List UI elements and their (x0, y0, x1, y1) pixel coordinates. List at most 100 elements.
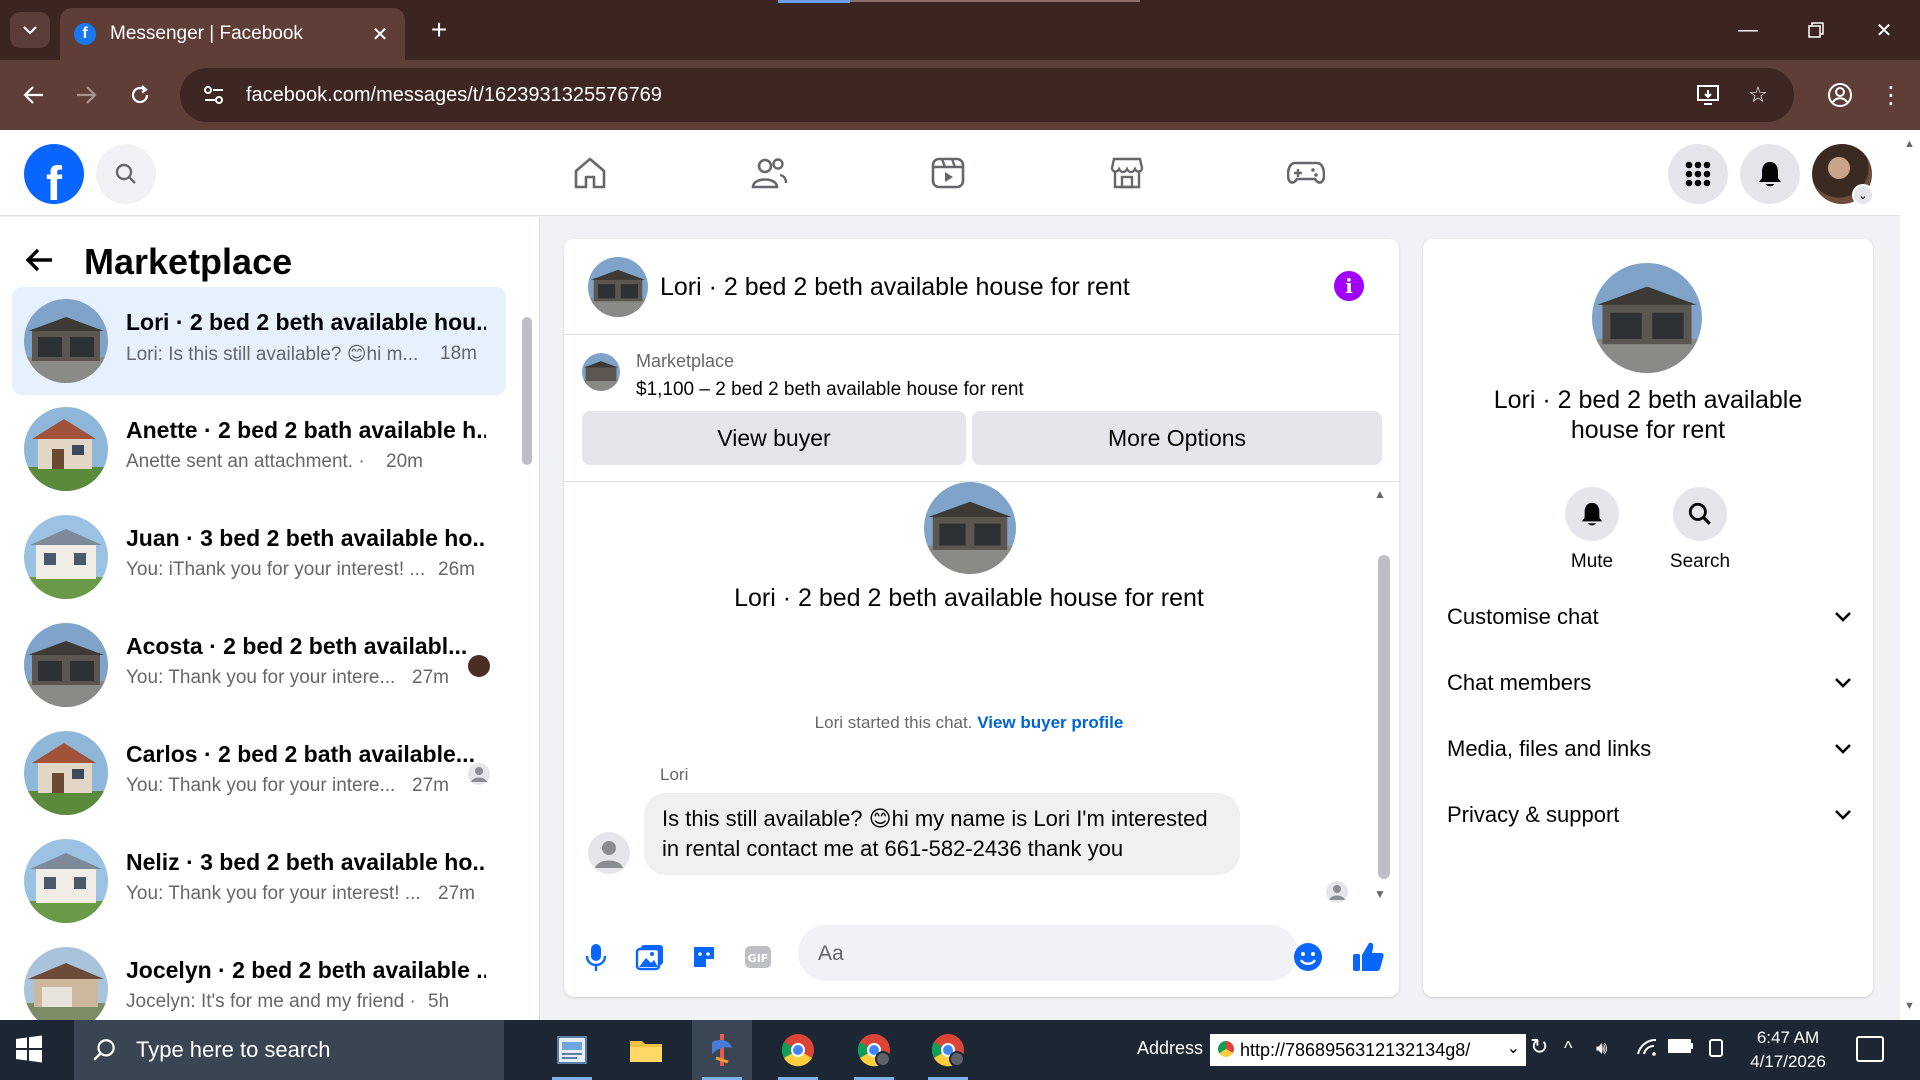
chevron-down-icon (1835, 744, 1851, 754)
facebook-logo-icon[interactable]: f (24, 144, 84, 204)
microphone-icon[interactable] (576, 937, 616, 977)
chat-item[interactable]: Neliz · 3 bed 2 beth available ho... You… (12, 827, 506, 935)
sender-avatar-icon[interactable] (588, 832, 630, 874)
info-icon[interactable]: i (1334, 271, 1364, 301)
site-settings-icon[interactable] (196, 77, 232, 113)
taskbar-app-notepad[interactable] (542, 1020, 602, 1080)
restore-window-button[interactable] (1792, 12, 1840, 48)
message-input[interactable] (798, 925, 1298, 981)
chat-started-text: Lori started this chat. (814, 713, 973, 732)
chat-item[interactable]: Acosta · 2 bed 2 beth availabl... You: T… (12, 611, 506, 719)
view-buyer-button[interactable]: View buyer (582, 411, 966, 465)
chat-item[interactable]: Lori · 2 bed 2 beth available hou... Lor… (12, 287, 506, 395)
search-icon[interactable] (1673, 487, 1727, 541)
volume-icon[interactable]: 🔊︎ (1596, 1038, 1607, 1059)
nav-video[interactable] (918, 148, 978, 198)
taskbar-search[interactable]: Type here to search (74, 1020, 504, 1080)
back-button[interactable] (14, 75, 54, 115)
address-bar[interactable]: facebook.com/messages/t/1623931325576769… (180, 68, 1794, 122)
taskbar-app-file-explorer[interactable] (616, 1020, 676, 1080)
scroll-down-arrow-icon[interactable]: ▼ (1374, 887, 1386, 901)
back-arrow-icon[interactable] (24, 243, 70, 282)
conversation-scroll-thumb[interactable] (1378, 555, 1390, 879)
chat-item[interactable]: Jocelyn · 2 bed 2 beth available ... Joc… (12, 935, 506, 1020)
chat-item[interactable]: Juan · 3 bed 2 beth available ho... You:… (12, 503, 506, 611)
more-options-button[interactable]: More Options (972, 411, 1382, 465)
tab-search-button[interactable] (10, 12, 50, 48)
search-label: Search (1669, 551, 1731, 572)
windows-start-button[interactable] (14, 1034, 54, 1066)
conversation-title[interactable]: Lori · 2 bed 2 beth available house for … (660, 273, 1130, 302)
customise-chat-section[interactable]: Customise chat (1447, 597, 1852, 637)
privacy-support-section[interactable]: Privacy & support (1447, 795, 1852, 835)
bookmark-star-icon[interactable]: ☆ (1740, 77, 1776, 113)
taskbar-app-chrome-profile-2[interactable] (918, 1020, 978, 1080)
scroll-up-arrow-icon[interactable]: ▲ (1374, 487, 1386, 501)
listing-thumbnail[interactable] (582, 353, 620, 391)
device-icon[interactable] (1706, 1038, 1726, 1063)
facebook-search-button[interactable] (96, 144, 156, 204)
chat-item[interactable]: Carlos · 2 bed 2 bath available... You: … (12, 719, 506, 827)
chat-list-title: Marketplace (84, 241, 293, 282)
chat-list-scroll-thumb[interactable] (522, 317, 532, 465)
message-bubble[interactable]: Is this still available? 😊hi my name is … (644, 793, 1240, 875)
conversation-intro-name: Lori · 2 bed 2 beth available house for … (734, 584, 1204, 612)
section-label: Customise chat (1447, 604, 1599, 629)
forward-button[interactable] (66, 75, 106, 115)
minimize-window-button[interactable]: — (1724, 12, 1772, 48)
taskbar-app-pinned[interactable] (692, 1020, 752, 1080)
taskbar-app-chrome-profile[interactable] (844, 1020, 904, 1080)
battery-icon[interactable] (1668, 1038, 1694, 1059)
menu-grid-button[interactable] (1668, 144, 1728, 204)
notification-center-icon[interactable] (1856, 1036, 1884, 1062)
scroll-up-arrow-icon[interactable]: ▲ (1904, 138, 1915, 150)
grid-menu-icon (1685, 161, 1711, 187)
new-tab-button[interactable]: + (424, 12, 454, 48)
mute-bell-icon[interactable] (1565, 487, 1619, 541)
chat-preview: You: Thank you for your intere... (126, 775, 396, 796)
mute-action[interactable]: Mute (1552, 487, 1632, 573)
sticker-icon[interactable] (684, 937, 724, 977)
nav-marketplace[interactable] (1097, 148, 1157, 198)
section-label: Privacy & support (1447, 802, 1620, 827)
chat-info-avatar (1592, 263, 1702, 373)
chrome-profile-icon[interactable] (1820, 75, 1860, 115)
like-icon[interactable] (1348, 937, 1388, 977)
refresh-icon[interactable]: ↻ (1530, 1034, 1548, 1060)
tab-loading-bar (778, 0, 850, 3)
page-scrollbar[interactable]: ▲ ▼ (1900, 130, 1920, 1020)
photo-icon[interactable] (630, 937, 670, 977)
emoji-icon[interactable] (1288, 937, 1328, 977)
address-toolbar-input[interactable]: http://7868956312132134g8/ ⌄ (1210, 1034, 1526, 1066)
install-app-icon[interactable] (1690, 77, 1726, 113)
view-buyer-profile-link[interactable]: View buyer profile (977, 713, 1123, 732)
search-action[interactable]: Search (1660, 487, 1740, 573)
close-window-button[interactable]: ✕ (1860, 12, 1908, 48)
nav-friends[interactable] (739, 148, 799, 198)
reload-button[interactable] (120, 75, 160, 115)
taskbar-app-chrome[interactable] (768, 1020, 828, 1080)
wifi-icon[interactable] (1636, 1038, 1658, 1061)
account-chevron-icon[interactable]: ⌄ (1852, 184, 1874, 206)
nav-gaming[interactable] (1276, 148, 1336, 198)
scroll-down-arrow-icon[interactable]: ▼ (1904, 1000, 1915, 1012)
chat-info-name-line: house for rent (1570, 416, 1726, 444)
chat-name: Acosta · 2 bed 2 beth availabl... (126, 633, 468, 659)
tray-overflow-icon[interactable]: ^ (1564, 1038, 1572, 1059)
listing-price[interactable]: $1,100 – 2 bed 2 beth available house fo… (636, 379, 1024, 401)
chat-list-panel: Marketplace Lori · 2 bed 2 beth availabl… (0, 217, 540, 1020)
media-files-links-section[interactable]: Media, files and links (1447, 729, 1852, 769)
chrome-menu-icon[interactable]: ⋮ (1876, 75, 1906, 115)
taskbar-clock[interactable]: 6:47 AM 4/17/2026 (1740, 1026, 1836, 1074)
nav-home[interactable] (560, 148, 620, 198)
gif-icon[interactable]: GIF (738, 937, 778, 977)
chat-header-avatar[interactable] (588, 257, 648, 317)
chevron-down-icon[interactable]: ⌄ (1507, 1038, 1520, 1058)
chat-item[interactable]: Anette · 2 bed 2 bath available h... Ane… (12, 395, 506, 503)
chat-members-section[interactable]: Chat members (1447, 663, 1852, 703)
notifications-button[interactable] (1740, 144, 1800, 204)
close-tab-icon[interactable]: ✕ (369, 22, 391, 47)
message-line: Is this still available? 😊hi my name is … (662, 806, 1208, 831)
url-text[interactable]: facebook.com/messages/t/1623931325576769 (246, 84, 662, 107)
browser-tab[interactable]: f Messenger | Facebook ✕ (60, 8, 405, 60)
